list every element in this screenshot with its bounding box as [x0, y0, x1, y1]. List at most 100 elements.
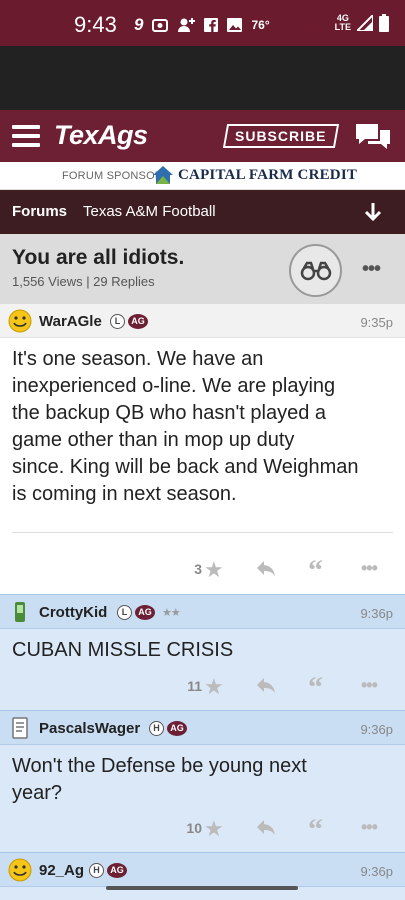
- temperature: 76°: [251, 18, 270, 32]
- post-time: 9:36p: [360, 606, 393, 621]
- post-header: 92_Ag H AG 9:36p: [0, 853, 405, 887]
- star-icon[interactable]: ★: [204, 816, 224, 842]
- badge-ag: AG: [167, 721, 187, 736]
- status-bar: 9:43 9 76° 4G LTE: [0, 0, 405, 46]
- post-header: PascalsWager H AG 9:36p: [0, 711, 405, 745]
- home-indicator[interactable]: [106, 886, 298, 890]
- smiley-avatar-icon: [8, 309, 32, 333]
- facebook-icon: [204, 18, 219, 32]
- post-body: CUBAN MISSLE CRISIS: [12, 637, 233, 664]
- post-line: inexperienced o-line. We are playing: [12, 375, 336, 397]
- signal-icon: [357, 15, 373, 31]
- site-navbar: TexAgs SUBSCRIBE: [0, 110, 405, 162]
- reply-icon[interactable]: [256, 817, 276, 837]
- quote-icon[interactable]: “: [308, 813, 323, 847]
- post-line: game other than in mop up duty: [12, 429, 295, 451]
- star-count: 10: [186, 820, 202, 836]
- post-time: 9:35p: [360, 315, 393, 330]
- chat-icon[interactable]: [354, 122, 392, 152]
- post-line: since. King will be back and Weighman: [12, 456, 359, 478]
- image-icon: [227, 18, 243, 32]
- subscribe-button[interactable]: SUBSCRIBE: [222, 124, 340, 148]
- post-header: WarAGle L AG 9:35p: [0, 304, 405, 338]
- phone-avatar-icon: [15, 602, 25, 622]
- thread-meta: 1,556 Views | 29 Replies: [12, 274, 155, 289]
- sponsor-label: FORUM SPONSOR: [62, 170, 163, 182]
- badge-h: H: [89, 863, 104, 878]
- reply-icon[interactable]: [256, 675, 276, 695]
- badge-ag: AG: [107, 863, 127, 878]
- post-line: Won't the Defense be young next: [12, 755, 307, 777]
- post-more-icon[interactable]: •••: [361, 675, 378, 696]
- breadcrumb-board[interactable]: Texas A&M Football: [83, 203, 216, 220]
- thread-header: You are all idiots. 1,556 Views | 29 Rep…: [0, 234, 405, 304]
- post-line: year?: [12, 782, 63, 804]
- post-body: Won't the Defense be young next year?: [12, 753, 307, 807]
- subscribe-label: SUBSCRIBE: [235, 128, 327, 144]
- star-count: 11: [187, 678, 202, 694]
- system-icons: 4G LTE: [335, 14, 389, 32]
- post-actions: 3 ★ “ •••: [0, 554, 405, 587]
- user-badges: H AG: [89, 863, 127, 878]
- post-actions: 11 ★ “ •••: [0, 671, 405, 704]
- badge-l: L: [110, 314, 125, 329]
- smiley-avatar-icon: [8, 858, 32, 882]
- badge-h: H: [149, 721, 164, 736]
- post-username[interactable]: CrottyKid: [39, 604, 107, 621]
- arrow-down-icon[interactable]: [364, 202, 382, 222]
- rank-stars: ★★: [162, 607, 181, 619]
- sponsor-logo: CAPITAL FARM CREDIT: [152, 165, 357, 185]
- post-body: It's one season. We have an inexperience…: [12, 346, 358, 508]
- post-line: It's one season. We have an: [12, 348, 264, 370]
- post-time: 9:36p: [360, 864, 393, 879]
- browser-chrome-bar: [0, 46, 405, 110]
- battery-icon: [379, 14, 389, 32]
- post-line: CUBAN MISSLE CRISIS: [12, 639, 234, 661]
- user-badges: H AG: [149, 721, 187, 736]
- user-badges: L AG: [110, 314, 148, 329]
- star-count: 3: [194, 561, 202, 577]
- post-more-icon[interactable]: •••: [361, 558, 378, 579]
- breadcrumb: Forums Texas A&M Football: [0, 190, 405, 234]
- network-label: 4G LTE: [334, 13, 351, 32]
- post-line: is coming in next season.: [12, 483, 237, 505]
- post: PascalsWager H AG 9:36p Won't the Defens…: [0, 710, 405, 852]
- post: WarAGle L AG 9:35p It's one season. We h…: [0, 304, 405, 594]
- badge-l: L: [117, 605, 132, 620]
- sponsor-house-icon: [153, 166, 173, 184]
- post-username[interactable]: PascalsWager: [39, 720, 140, 737]
- star-icon[interactable]: ★: [204, 557, 224, 583]
- menu-icon[interactable]: [12, 125, 40, 147]
- post-username[interactable]: 92_Ag: [39, 862, 84, 879]
- watch-thread-button[interactable]: [289, 244, 342, 297]
- notification-icons: 9 76°: [134, 14, 270, 36]
- divider: [12, 532, 393, 533]
- binoculars-icon: [300, 261, 331, 280]
- reply-icon[interactable]: [256, 558, 276, 578]
- post-actions: 10 ★ “ •••: [0, 813, 405, 846]
- post-time: 9:36p: [360, 722, 393, 737]
- clock: 9:43: [74, 12, 117, 37]
- breadcrumb-forums[interactable]: Forums: [12, 203, 67, 220]
- post-line: the backup QB who hasn't played a: [12, 402, 327, 424]
- post-more-icon[interactable]: •••: [361, 817, 378, 838]
- thread-more-icon[interactable]: •••: [362, 258, 381, 281]
- user-badges: L AG ★★: [117, 605, 181, 620]
- badge-ag: AG: [135, 605, 155, 620]
- post: 92_Ag H AG 9:36p: [0, 852, 405, 900]
- app-9-icon: 9: [134, 15, 144, 34]
- post-header: CrottyKid L AG ★★ 9:36p: [0, 595, 405, 629]
- sponsor-name: CAPITAL FARM CREDIT: [178, 166, 358, 183]
- forum-sponsor-banner[interactable]: FORUM SPONSOR CAPITAL FARM CREDIT: [0, 162, 405, 190]
- site-logo[interactable]: TexAgs: [54, 120, 148, 151]
- post: CrottyKid L AG ★★ 9:36p CUBAN MISSLE CRI…: [0, 594, 405, 710]
- add-person-icon: [178, 18, 196, 32]
- document-avatar-icon: [12, 717, 28, 739]
- quote-icon[interactable]: “: [308, 671, 323, 705]
- camera-icon: [152, 19, 169, 32]
- star-icon[interactable]: ★: [204, 674, 224, 700]
- post-username[interactable]: WarAGle: [39, 313, 102, 330]
- badge-ag: AG: [128, 314, 148, 329]
- quote-icon[interactable]: “: [308, 554, 323, 588]
- thread-title: You are all idiots.: [12, 246, 185, 269]
